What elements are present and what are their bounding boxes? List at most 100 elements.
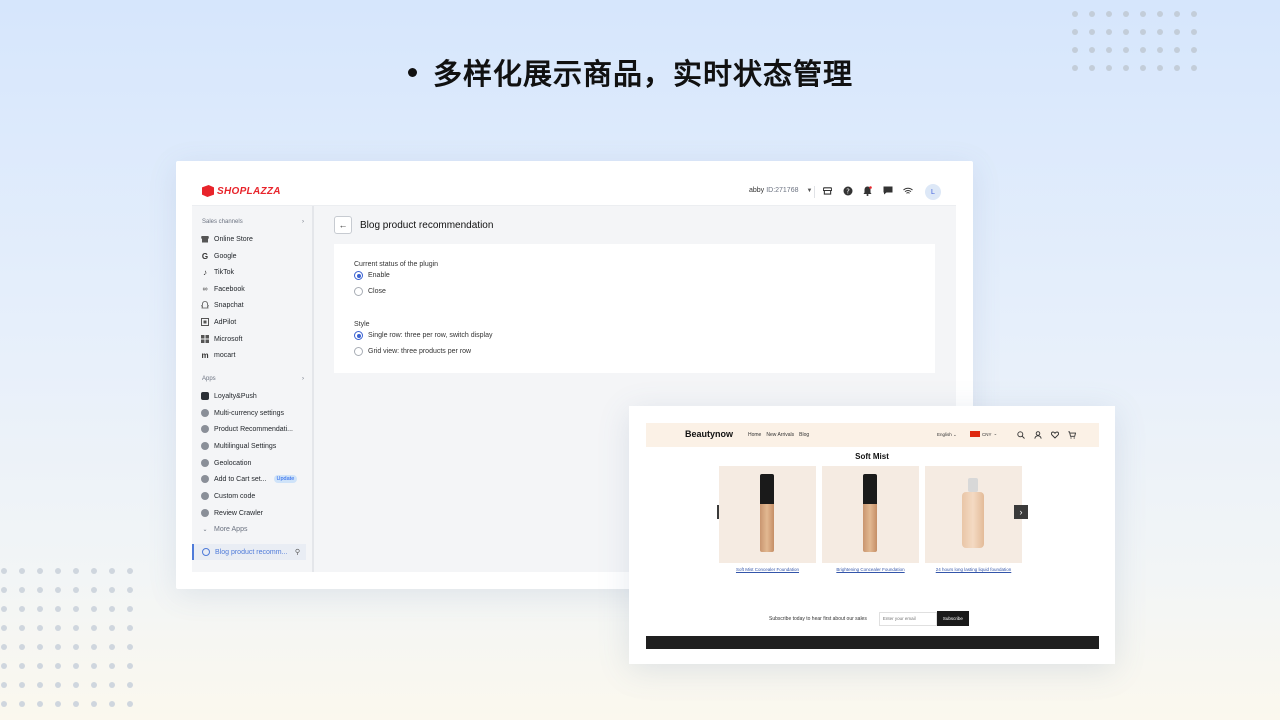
status-enable-radio[interactable]: Enable	[354, 271, 390, 280]
foundation-bottle-icon	[962, 478, 984, 558]
chevron-right-icon: ›	[302, 376, 304, 382]
sidebar-item-add-to-cart[interactable]: Add to Cart set... Update	[201, 472, 305, 486]
wifi-icon[interactable]	[902, 185, 913, 196]
chevron-down-icon: ⌄	[202, 526, 208, 533]
currency-selector[interactable]: CNY ⌄	[970, 431, 997, 437]
sidebar-item-review-crawler[interactable]: Review Crawler	[201, 506, 305, 520]
style-single-row-radio[interactable]: Single row: three per row, switch displa…	[354, 331, 493, 340]
status-label: Current status of the plugin	[354, 261, 439, 268]
store-icon	[201, 235, 209, 243]
slide-headline: 多样化展示商品，实时状态管理	[408, 52, 853, 92]
mocart-icon: m	[201, 350, 209, 360]
radio-unchecked-icon	[354, 347, 363, 356]
status-close-radio[interactable]: Close	[354, 287, 386, 296]
nav-new-arrivals[interactable]: New Arrivals	[766, 432, 794, 438]
product-image[interactable]	[719, 466, 816, 563]
sidebar-item-product-recommendation[interactable]: Product Recommendati...	[201, 422, 305, 436]
notification-bell-icon[interactable]	[862, 185, 873, 196]
apps-header[interactable]: Apps ›	[202, 376, 304, 382]
radio-checked-icon	[354, 271, 363, 280]
admin-topbar: SHOPLAZZA abby ID:271768 ▼ ? L	[192, 178, 956, 206]
search-icon[interactable]	[1016, 430, 1025, 439]
email-field[interactable]	[878, 611, 937, 626]
sidebar-item-mocart[interactable]: m mocart	[201, 348, 305, 362]
sidebar-item-label: Add to Cart set...	[214, 475, 267, 483]
more-apps-label: More Apps	[214, 525, 248, 533]
sidebar-item-label: Online Store	[214, 235, 253, 243]
sidebar-item-label: Facebook	[214, 285, 245, 293]
google-icon: G	[201, 251, 209, 261]
sidebar-item-label: Custom code	[214, 492, 256, 500]
back-button[interactable]: ←	[334, 216, 352, 234]
sidebar-item-label: Multilingual Settings	[214, 442, 277, 450]
sidebar-item-label: AdPilot	[214, 318, 237, 326]
tiktok-icon: ♪	[203, 267, 207, 277]
arrow-left-icon: ←	[338, 220, 348, 230]
account-id: ID:271768	[766, 187, 799, 194]
sidebar-item-google[interactable]: G Google	[201, 249, 305, 263]
help-icon[interactable]: ?	[842, 185, 853, 196]
product-name-link[interactable]: 24 hours long lasting liquid foundation	[925, 567, 1022, 572]
store-icon[interactable]	[822, 185, 833, 196]
carousel-next-button[interactable]: ›	[1014, 505, 1028, 519]
product-name-link[interactable]: Brightening Concealer Foundation	[822, 567, 919, 572]
sidebar-item-label: Product Recommendati...	[214, 425, 293, 433]
subscribe-button[interactable]: Subscribe	[936, 611, 969, 626]
sidebar-item-loyalty-push[interactable]: Loyalty&Push	[201, 389, 305, 403]
sidebar-item-online-store[interactable]: Online Store	[201, 232, 305, 246]
user-avatar[interactable]: L	[925, 184, 941, 200]
product-card[interactable]: Soft Mist Concealer Foundation	[719, 466, 816, 572]
sidebar-item-label: TikTok	[214, 268, 234, 276]
sidebar-item-blog-product-recommendation[interactable]: Blog product recomm... ⚲	[192, 544, 306, 560]
sidebar-item-label: Multi-currency settings	[214, 409, 285, 417]
sidebar-item-facebook[interactable]: ∞ Facebook	[201, 282, 305, 296]
product-card[interactable]: Brightening Concealer Foundation	[822, 466, 919, 572]
radio-unchecked-icon	[354, 287, 363, 296]
sidebar-item-label: mocart	[214, 351, 236, 359]
admin-sidebar: Sales channels › Online Store G Google ♪…	[192, 206, 314, 572]
account-icon[interactable]	[1033, 430, 1042, 439]
product-card[interactable]: 24 hours long lasting liquid foundation	[925, 466, 1022, 572]
wishlist-heart-icon[interactable]	[1050, 430, 1059, 439]
cart-icon[interactable]	[1067, 430, 1076, 439]
product-image[interactable]	[822, 466, 919, 563]
shoplazza-logo[interactable]: SHOPLAZZA	[202, 185, 281, 197]
radio-checked-icon	[354, 331, 363, 340]
sidebar-item-snapchat[interactable]: Snapchat	[201, 298, 305, 312]
account-switcher[interactable]: abby ID:271768 ▼	[749, 187, 812, 194]
style-grid-view-radio[interactable]: Grid view: three products per row	[354, 347, 471, 356]
cart-app-icon	[201, 475, 209, 483]
sidebar-item-microsoft[interactable]: Microsoft	[201, 332, 305, 346]
update-badge: Update	[273, 475, 298, 483]
message-icon[interactable]	[882, 185, 893, 196]
chevron-right-icon: ›	[302, 219, 304, 225]
storefront-screenshot: Beautynow Home New Arrivals Blog English…	[629, 406, 1115, 664]
account-name: abby	[749, 187, 765, 194]
store-footer	[646, 636, 1099, 649]
geolocation-app-icon	[201, 459, 209, 467]
radio-label: Single row: three per row, switch displa…	[368, 332, 493, 339]
nav-blog[interactable]: Blog	[799, 432, 809, 438]
pin-icon[interactable]: ⚲	[295, 548, 300, 556]
microsoft-icon	[201, 335, 209, 343]
sales-channels-header[interactable]: Sales channels ›	[202, 219, 304, 225]
product-name-link[interactable]: Soft Mist Concealer Foundation	[719, 567, 816, 572]
currency-label: CNY	[982, 431, 992, 437]
product-image[interactable]	[925, 466, 1022, 563]
sidebar-item-adpilot[interactable]: AdPilot	[201, 315, 305, 329]
topbar-icons: ?	[822, 185, 913, 196]
sidebar-item-geolocation[interactable]: Geolocation	[201, 456, 305, 470]
store-brand[interactable]: Beautynow	[685, 429, 733, 439]
shoplazza-logo-icon	[202, 185, 214, 197]
decorative-dots-bottom-left	[1, 568, 133, 707]
language-selector[interactable]: English ⌄	[937, 432, 957, 438]
sidebar-item-multi-currency[interactable]: Multi-currency settings	[201, 406, 305, 420]
more-apps-toggle[interactable]: ⌄ More Apps	[201, 522, 305, 536]
recommendation-title: Soft Mist	[855, 452, 889, 461]
language-label: English	[937, 432, 952, 437]
sidebar-item-tiktok[interactable]: ♪ TikTok	[201, 265, 305, 279]
nav-home[interactable]: Home	[748, 432, 761, 438]
review-app-icon	[201, 509, 209, 517]
sidebar-item-multilingual[interactable]: Multilingual Settings	[201, 439, 305, 453]
sidebar-item-custom-code[interactable]: Custom code	[201, 489, 305, 503]
